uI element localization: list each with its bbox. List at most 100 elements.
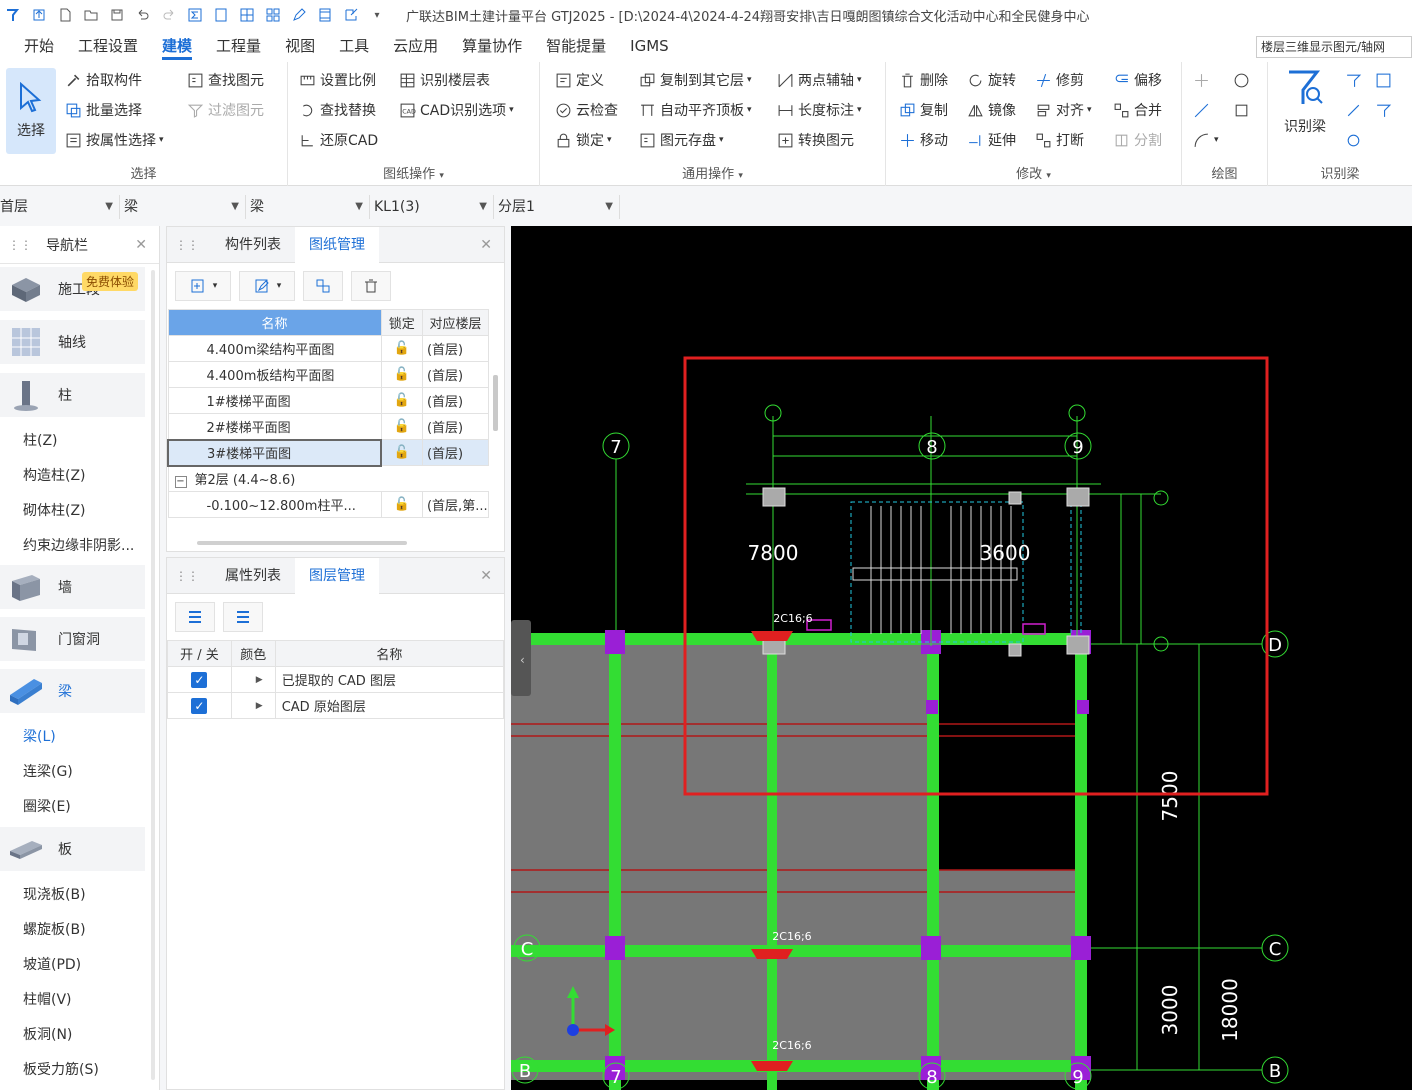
nav-item-slab-rebar[interactable]: 板受力筋(S) <box>23 1059 99 1079</box>
break-button[interactable]: 打断 <box>1034 127 1084 153</box>
define-button[interactable]: 定义 <box>554 67 604 93</box>
extend-button[interactable]: 延伸 <box>966 127 1016 153</box>
display-mode-dropdown[interactable]: 楼层三维显示图元/轴网 <box>1256 36 1412 58</box>
nav-item-spiral-slab[interactable]: 螺旋板(B) <box>23 919 86 939</box>
layout-icon[interactable] <box>260 5 286 25</box>
nav-category-beam[interactable]: 梁 <box>0 669 145 713</box>
set-scale-button[interactable]: 设置比例 <box>298 67 376 93</box>
lock-icon[interactable]: 🔓 <box>380 491 423 518</box>
column-header-color[interactable]: 颜色 <box>230 640 276 667</box>
pen-icon[interactable] <box>286 5 312 25</box>
table-row[interactable]: 4.400m梁结构平面图 🔓 (首层) <box>167 335 490 362</box>
table-group-row[interactable]: − 第2层 (4.4~8.6) <box>167 465 489 492</box>
table-row[interactable]: 2#楼梯平面图 🔓 (首层) <box>167 413 490 440</box>
layer-visible-checkbox[interactable]: ✓ <box>191 671 208 688</box>
identify-floor-table-button[interactable]: 识别楼层表 <box>398 67 490 93</box>
tab-property-list[interactable]: 属性列表 <box>211 558 295 594</box>
drag-handle-icon[interactable]: ⋮⋮ <box>175 238 199 252</box>
tab-layer-management[interactable]: 图层管理 <box>295 557 379 594</box>
layer-tool-1-button[interactable] <box>175 602 215 632</box>
table-row[interactable]: 4.400m板结构平面图 🔓 (首层) <box>167 361 490 388</box>
lock-button[interactable]: 锁定 ▾ <box>554 127 612 153</box>
draw-point-button[interactable] <box>1192 67 1214 93</box>
component-dropdown[interactable]: KL1(3) ▼ <box>374 195 494 219</box>
nav-category-axis[interactable]: 轴线 <box>0 320 145 364</box>
column-header-layer-name[interactable]: 名称 <box>274 640 505 667</box>
column-header-name[interactable]: 名称 <box>167 309 382 336</box>
find-element-button[interactable]: 查找图元 <box>186 67 264 93</box>
restore-cad-button[interactable]: 还原CAD <box>298 127 378 153</box>
beam-tool-4-button[interactable] <box>1374 97 1396 123</box>
chevron-left-icon[interactable]: ‹ <box>520 653 525 667</box>
copy-button[interactable]: 复制 <box>898 97 948 123</box>
customize-icon[interactable]: ▾ <box>364 5 390 25</box>
lock-icon[interactable]: 🔓 <box>380 413 423 440</box>
copy-to-other-floor-button[interactable]: 复制到其它层 ▾ <box>638 67 752 93</box>
table-row[interactable]: ✓ ▶ 已提取的 CAD 图层 <box>167 666 505 693</box>
column-header-floor[interactable]: 对应楼层 <box>421 309 490 336</box>
nav-category-door-window[interactable]: 门窗洞 <box>0 617 145 661</box>
beam-tool-5-button[interactable] <box>1344 127 1366 153</box>
cloud-check-button[interactable]: 云检查 <box>554 97 618 123</box>
move-button[interactable]: 移动 <box>898 127 948 153</box>
select-button[interactable]: 选择 <box>6 68 56 154</box>
element-save-button[interactable]: 图元存盘 ▾ <box>638 127 724 153</box>
draw-rect-button[interactable] <box>1232 97 1254 123</box>
drawing-table-hscrollbar[interactable] <box>197 541 407 545</box>
table-row[interactable]: ✓ ▶ CAD 原始图层 <box>167 692 505 719</box>
pick-component-button[interactable]: 拾取构件 <box>64 67 142 93</box>
nav-item-slab-hole[interactable]: 板洞(N) <box>23 1024 72 1044</box>
tab-drawing-management[interactable]: 图纸管理 <box>295 226 379 263</box>
element-type-dropdown[interactable]: 梁 ▼ <box>124 195 246 219</box>
nav-category-wall[interactable]: 墙 <box>0 565 145 609</box>
lock-icon[interactable]: 🔓 <box>380 335 423 362</box>
lock-icon[interactable]: 🔓 <box>380 361 423 388</box>
floor-dropdown[interactable]: 首层 ▼ <box>0 195 120 219</box>
drag-handle-icon[interactable]: ⋮⋮ <box>8 238 32 252</box>
sum-icon[interactable] <box>182 5 208 25</box>
align-button[interactable]: 对齐 ▾ <box>1034 97 1092 123</box>
layer-tool-2-button[interactable] <box>223 602 263 632</box>
close-icon[interactable]: ✕ <box>480 237 492 253</box>
auto-align-slab-button[interactable]: 自动平齐顶板 ▾ <box>638 97 752 123</box>
tab-smart-extract[interactable]: 智能提量 <box>534 30 618 62</box>
redo-icon[interactable] <box>156 5 182 25</box>
tab-start[interactable]: 开始 <box>0 30 66 62</box>
find-replace-button[interactable]: 查找替换 <box>298 97 376 123</box>
column-header-lock[interactable]: 锁定 <box>380 309 423 336</box>
beam-tool-2-button[interactable] <box>1374 67 1396 93</box>
tab-view[interactable]: 视图 <box>273 30 327 62</box>
table-row[interactable]: -0.100~12.800m柱平... 🔓 (首层,第... <box>167 491 490 518</box>
mirror-button[interactable]: 镜像 <box>966 97 1016 123</box>
tab-collaboration[interactable]: 算量协作 <box>450 30 534 62</box>
add-drawing-button[interactable]: ▾ <box>175 271 231 301</box>
tab-quantity[interactable]: 工程量 <box>204 30 273 62</box>
identify-beam-button[interactable]: 识别梁 <box>1278 68 1332 148</box>
table-row[interactable]: 1#楼梯平面图 🔓 (首层) <box>167 387 490 414</box>
drawing-table-scrollbar[interactable] <box>493 375 498 431</box>
table-row-selected[interactable]: 3#楼梯平面图 🔓 (首层) <box>166 438 490 467</box>
nav-item-constrained-edge[interactable]: 约束边缘非阴影... <box>23 535 134 555</box>
nav-category-slab[interactable]: 板 <box>0 827 145 871</box>
new-file-icon[interactable] <box>52 5 78 25</box>
free-trial-badge[interactable]: 免费体验 <box>82 272 139 291</box>
delete-button[interactable]: 删除 <box>898 67 948 93</box>
layer-visible-checkbox[interactable]: ✓ <box>191 697 208 714</box>
tab-project-settings[interactable]: 工程设置 <box>66 30 150 62</box>
nav-item-ring-beam[interactable]: 圈梁(E) <box>23 796 71 816</box>
beam-tool-1-button[interactable] <box>1344 67 1366 93</box>
open-folder-icon[interactable] <box>78 5 104 25</box>
nav-item-beam-l[interactable]: 梁(L) <box>23 726 56 746</box>
grid-icon[interactable] <box>234 5 260 25</box>
beam-tool-3-button[interactable] <box>1344 97 1366 123</box>
edit-drawing-button[interactable]: ▾ <box>239 271 295 301</box>
cad-drawing[interactable]: 7 8 9 7 8 9 C C D B B 7800 3600 7500 300… <box>511 226 1412 1090</box>
cad-canvas[interactable]: 7 8 9 7 8 9 C C D B B 7800 3600 7500 300… <box>511 226 1412 1090</box>
nav-item-ramp[interactable]: 坡道(PD) <box>23 954 81 974</box>
drag-handle-icon[interactable]: ⋮⋮ <box>175 569 199 583</box>
tab-modeling[interactable]: 建模 <box>150 30 204 62</box>
tab-cloud[interactable]: 云应用 <box>381 30 450 62</box>
delete-drawing-button[interactable] <box>351 271 391 301</box>
trim-button[interactable]: 修剪 <box>1034 67 1084 93</box>
app-logo-icon[interactable] <box>0 5 26 25</box>
